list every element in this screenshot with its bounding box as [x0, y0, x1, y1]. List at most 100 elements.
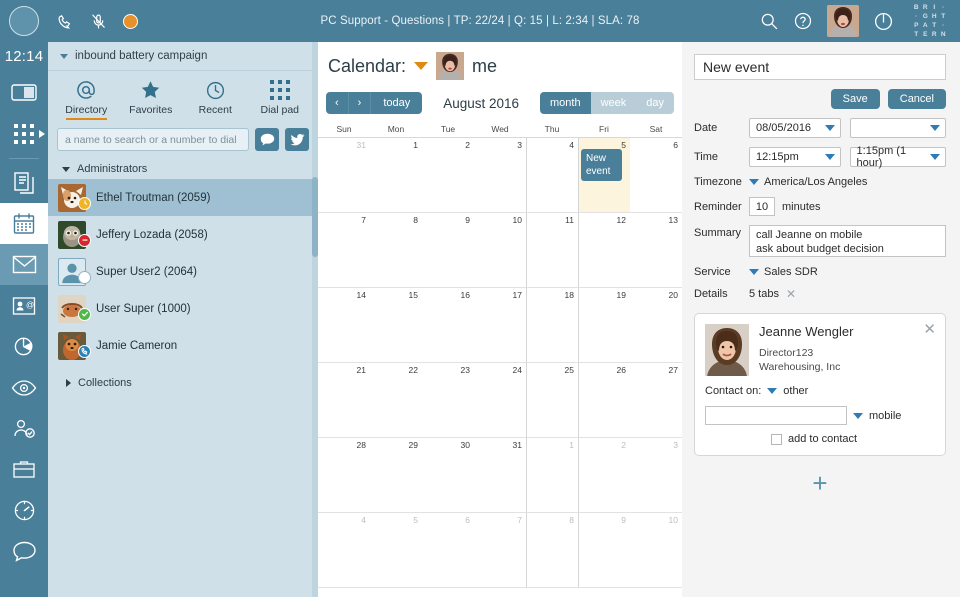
calendar-day-cell[interactable]: 10 [474, 213, 526, 288]
summary-textarea[interactable] [749, 225, 946, 257]
details-value[interactable]: 5 tabs [749, 288, 779, 300]
tab-recent[interactable]: Recent [183, 79, 248, 120]
calendar-day-cell[interactable]: 25 [526, 363, 578, 438]
save-button[interactable]: Save [830, 89, 880, 109]
today-button[interactable]: today [371, 92, 423, 114]
contacts-icon[interactable]: @ [0, 285, 48, 326]
list-item[interactable]: Jeffery Lozada (2058) [48, 216, 318, 253]
calendar-day-cell[interactable]: 8 [370, 213, 422, 288]
chat-button[interactable] [255, 128, 279, 151]
contact-phone-input[interactable] [705, 406, 847, 425]
chevron-down-icon[interactable] [767, 388, 778, 394]
calendar-day-cell[interactable]: 4 [526, 138, 578, 213]
date-end-select[interactable] [849, 118, 946, 138]
tab-favorites[interactable]: Favorites [119, 79, 184, 120]
event-title-input[interactable] [694, 54, 946, 80]
calendar-day-cell[interactable]: 11 [526, 213, 578, 288]
calendar-day-cell[interactable]: 2 [578, 438, 630, 513]
calendar-day-cell[interactable]: 19 [578, 288, 630, 363]
time-end-select[interactable]: 1:15pm (1 hour) [849, 145, 946, 169]
contact-phone-type[interactable]: mobile [869, 410, 901, 422]
calendar-day-cell[interactable]: 6 [630, 138, 682, 213]
reminder-input[interactable] [749, 197, 775, 216]
calendar-day-cell[interactable]: 23 [422, 363, 474, 438]
prev-month-button[interactable]: ‹ [326, 92, 349, 114]
calendar-icon[interactable] [0, 203, 48, 244]
status-dot-icon[interactable] [123, 13, 138, 29]
mail-icon[interactable] [0, 244, 48, 285]
calendar-day-cell[interactable]: 24 [474, 363, 526, 438]
calendar-day-cell[interactable]: 12 [578, 213, 630, 288]
help-icon[interactable] [793, 11, 813, 31]
calendar-day-cell[interactable]: 7 [318, 213, 370, 288]
add-contact-button[interactable]: + [694, 470, 946, 496]
calendar-day-cell[interactable]: 31 [474, 438, 526, 513]
power-icon[interactable] [873, 11, 894, 32]
documents-icon[interactable] [0, 162, 48, 203]
calendar-day-cell[interactable]: 26 [578, 363, 630, 438]
calendar-day-cell[interactable]: 30 [422, 438, 474, 513]
calendar-day-cell[interactable]: 1 [370, 138, 422, 213]
cancel-button[interactable]: Cancel [887, 89, 946, 109]
tab-directory[interactable]: Directory [54, 79, 119, 120]
calendar-day-cell[interactable]: 18 [526, 288, 578, 363]
calendar-day-cell[interactable]: 29 [370, 438, 422, 513]
agent-avatar-circle[interactable] [9, 6, 39, 36]
list-item[interactable]: User Super (1000) [48, 290, 318, 327]
calendar-day-cell[interactable]: 4 [318, 513, 370, 588]
service-select[interactable]: Sales SDR [749, 266, 818, 278]
next-month-button[interactable]: › [348, 92, 372, 114]
time-start-select[interactable]: 12:15pm [749, 147, 841, 167]
calendar-day-cell[interactable]: 10 [630, 513, 682, 588]
calendar-day-cell[interactable]: 9 [578, 513, 630, 588]
calendar-day-cell[interactable]: 21 [318, 363, 370, 438]
list-item[interactable]: Jamie Cameron [48, 327, 318, 364]
calendar-day-cell[interactable]: 13 [630, 213, 682, 288]
calendar-day-cell[interactable]: 28 [318, 438, 370, 513]
view-week-button[interactable]: week [590, 92, 637, 114]
close-icon[interactable]: ✕ [786, 287, 796, 301]
calendar-day-cell[interactable]: 9 [422, 213, 474, 288]
calendar-day-cell[interactable]: 1 [526, 438, 578, 513]
mic-muted-icon[interactable] [90, 13, 107, 30]
dashboard-icon[interactable] [0, 490, 48, 531]
calendar-day-cell[interactable]: 17 [474, 288, 526, 363]
calendar-day-cell[interactable]: 5 [370, 513, 422, 588]
cases-icon[interactable] [0, 449, 48, 490]
group-administrators[interactable]: Administrators [48, 159, 318, 179]
view-month-button[interactable]: month [539, 92, 591, 114]
add-to-contact-checkbox[interactable] [771, 433, 782, 445]
list-item[interactable]: Ethel Troutman (2059) [48, 179, 318, 216]
calendar-day-cell[interactable]: 27 [630, 363, 682, 438]
calendar-day-cell[interactable]: 3 [474, 138, 526, 213]
list-item[interactable]: Super User2 (2064) [48, 253, 318, 290]
search-input[interactable] [57, 128, 249, 151]
contact-on-value[interactable]: other [783, 385, 808, 397]
calendar-owner-dropdown-icon[interactable] [414, 62, 429, 70]
tab-dial-pad[interactable]: Dial pad [248, 79, 313, 120]
search-icon[interactable] [759, 11, 779, 31]
calendar-day-cell[interactable]: 2 [422, 138, 474, 213]
toggle-panel-icon[interactable] [0, 72, 48, 113]
timezone-select[interactable]: America/Los Angeles [749, 176, 867, 188]
calendar-day-cell[interactable]: 7 [474, 513, 526, 588]
agent-icon[interactable] [0, 408, 48, 449]
user-avatar-photo[interactable] [827, 5, 859, 37]
dial-pad-icon[interactable] [0, 113, 48, 154]
chevron-down-icon[interactable] [853, 412, 863, 419]
date-select[interactable]: 08/05/2016 [749, 118, 841, 138]
monitor-icon[interactable] [0, 367, 48, 408]
calendar-day-cell[interactable]: 6 [422, 513, 474, 588]
reports-icon[interactable] [0, 326, 48, 367]
twitter-icon[interactable] [285, 128, 309, 151]
close-icon[interactable]: ✕ [923, 322, 936, 337]
calendar-day-cell[interactable]: 3 [630, 438, 682, 513]
group-collections[interactable]: Collections [48, 373, 318, 393]
calendar-day-cell[interactable]: 31 [318, 138, 370, 213]
calendar-day-cell[interactable]: 14 [318, 288, 370, 363]
calendar-day-cell-selected[interactable]: 5 New event [578, 138, 630, 213]
phone-icon[interactable] [57, 13, 74, 30]
view-day-button[interactable]: day [636, 92, 674, 114]
calendar-day-cell[interactable]: 15 [370, 288, 422, 363]
calendar-day-cell[interactable]: 16 [422, 288, 474, 363]
